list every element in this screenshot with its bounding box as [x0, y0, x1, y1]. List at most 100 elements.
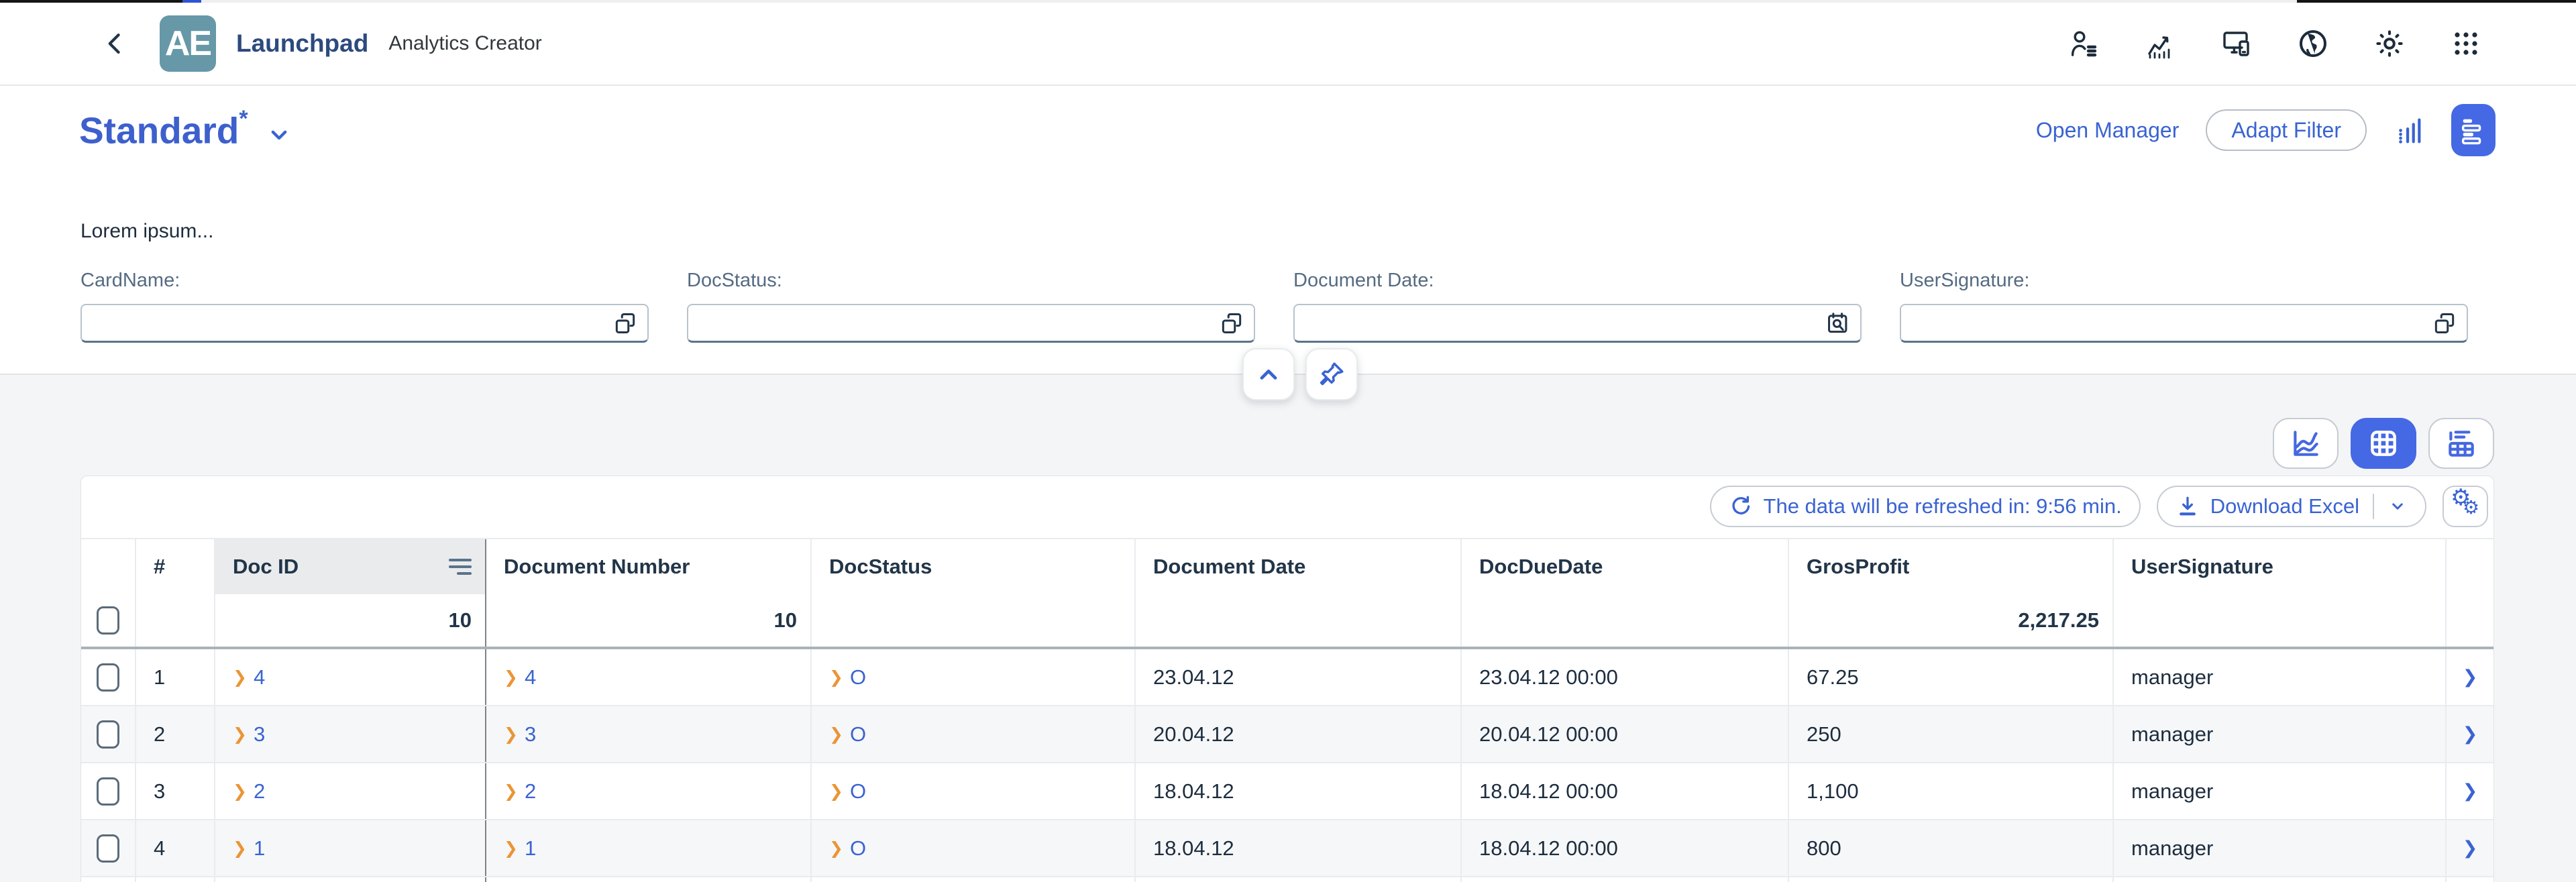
table-row-partial: [81, 877, 2493, 882]
column-header-docstatus[interactable]: DocStatus: [810, 539, 1134, 594]
column-header-doc-id[interactable]: Doc ID: [214, 539, 485, 594]
value-help-icon[interactable]: [2432, 311, 2457, 336]
row-checkbox[interactable]: [97, 720, 119, 749]
docstatus-cell: O: [810, 649, 1134, 705]
row-checkbox[interactable]: [97, 834, 119, 863]
adapt-filter-button[interactable]: Adapt Filter: [2206, 109, 2367, 151]
table-row[interactable]: 1 4 4 O 23.04.12 23.04.12 00:00 67.25 ma…: [81, 649, 2493, 706]
row-checkbox[interactable]: [97, 663, 119, 692]
devices-icon[interactable]: [2220, 27, 2253, 60]
globe-icon[interactable]: [2297, 27, 2329, 60]
app-logo[interactable]: AE: [160, 15, 216, 72]
document-number-link[interactable]: 4: [525, 665, 536, 690]
row-index: 1: [135, 649, 214, 705]
download-excel-label: Download Excel: [2210, 494, 2359, 518]
document-date-input[interactable]: [1307, 311, 1825, 335]
docstatus-link[interactable]: O: [850, 779, 866, 804]
value-help-icon[interactable]: [1219, 311, 1244, 336]
row-navigation-icon[interactable]: [2445, 820, 2493, 876]
mini-bar-chart-icon[interactable]: [2394, 115, 2424, 146]
row-index: 3: [135, 763, 214, 819]
date-picker-icon[interactable]: [1825, 311, 1851, 336]
column-header-index[interactable]: #: [135, 539, 214, 594]
collapse-filter-button[interactable]: [1242, 348, 1295, 400]
grosprofit-cell: 67.25: [1788, 649, 2112, 705]
chevron-down-icon[interactable]: [266, 121, 292, 148]
grid-view-button[interactable]: [2351, 418, 2416, 469]
document-date-cell: 18.04.12: [1134, 763, 1460, 819]
doc-id-cell: 3: [214, 706, 485, 762]
app-subtitle: Analytics Creator: [388, 32, 541, 55]
nav-arrow-icon: [233, 838, 247, 859]
doc-id-link[interactable]: 1: [254, 836, 265, 861]
grosprofit-total: 2,217.25: [1788, 594, 2112, 647]
document-number-cell: 1: [485, 820, 810, 876]
docstatus-input[interactable]: [700, 311, 1219, 335]
row-navigation-icon[interactable]: [2445, 706, 2493, 762]
column-header-usersignature[interactable]: UserSignature: [2112, 539, 2445, 594]
select-all-checkbox[interactable]: [97, 606, 119, 635]
docstatus-link[interactable]: O: [850, 836, 866, 861]
nav-arrow-icon: [829, 838, 843, 859]
row-navigation-icon[interactable]: [2445, 649, 2493, 705]
doc-id-link[interactable]: 4: [254, 665, 265, 690]
cardname-input[interactable]: [94, 311, 612, 335]
filter-field-cardname: CardName:: [80, 270, 649, 343]
document-number-cell: 4: [485, 649, 810, 705]
refresh-countdown-button[interactable]: The data will be refreshed in: 9:56 min.: [1710, 486, 2141, 527]
usersignature-input[interactable]: [1913, 311, 2432, 335]
settings-gears-icon: ⚙: [2463, 496, 2479, 518]
column-header-document-number[interactable]: Document Number: [485, 539, 810, 594]
trend-chart-icon[interactable]: [2144, 27, 2176, 60]
docduedate-cell: 18.04.12 00:00: [1460, 820, 1788, 876]
download-icon: [2176, 494, 2200, 518]
row-checkbox[interactable]: [97, 777, 119, 806]
download-excel-button[interactable]: Download Excel: [2157, 486, 2426, 527]
variant-title[interactable]: Standard*: [79, 111, 248, 149]
column-header-docduedate[interactable]: DocDueDate: [1460, 539, 1788, 594]
value-help-icon[interactable]: [612, 311, 638, 336]
doc-id-link[interactable]: 3: [254, 722, 265, 747]
filter-label: CardName:: [80, 270, 649, 292]
table-row[interactable]: 4 1 1 O 18.04.12 18.04.12 00:00 800 mana…: [81, 820, 2493, 877]
docstatus-link[interactable]: O: [850, 665, 866, 690]
document-number-link[interactable]: 3: [525, 722, 536, 747]
table-settings-button[interactable]: ⚙ ⚙: [2443, 486, 2488, 527]
chevron-down-icon[interactable]: [2387, 496, 2408, 516]
collapse-icon: [1254, 360, 1283, 389]
nav-arrow-icon: [829, 724, 843, 745]
back-icon[interactable]: [101, 29, 130, 58]
area-chart-view-button[interactable]: [2273, 418, 2339, 469]
docstatus-cell: O: [810, 820, 1134, 876]
doc-id-link[interactable]: 2: [254, 779, 265, 804]
usersignature-cell: manager: [2112, 706, 2445, 762]
column-header-document-date[interactable]: Document Date: [1134, 539, 1460, 594]
brightness-icon[interactable]: [2373, 27, 2406, 60]
app-grid-icon[interactable]: [2450, 27, 2482, 60]
column-header-grosprofit[interactable]: GrosProfit: [1788, 539, 2112, 594]
cardname-input-box: [80, 304, 649, 343]
shell-actions: [2068, 27, 2482, 60]
filter-list-button[interactable]: [2451, 104, 2496, 156]
table-row[interactable]: 3 2 2 O 18.04.12 18.04.12 00:00 1,100 ma…: [81, 763, 2493, 820]
docstatus-link[interactable]: O: [850, 722, 866, 747]
document-number-link[interactable]: 2: [525, 779, 536, 804]
nav-arrow-icon: [829, 781, 843, 802]
column-menu-icon[interactable]: [449, 559, 472, 575]
chart-table-view-button[interactable]: [2428, 418, 2494, 469]
docduedate-total: [1460, 594, 1788, 647]
table-row[interactable]: 2 3 3 O 20.04.12 20.04.12 00:00 250 mana…: [81, 706, 2493, 763]
filter-field-docstatus: DocStatus:: [687, 270, 1255, 343]
document-number-link[interactable]: 1: [525, 836, 536, 861]
row-index: 2: [135, 706, 214, 762]
usersignature-cell: manager: [2112, 763, 2445, 819]
row-navigation-icon[interactable]: [2445, 763, 2493, 819]
doc-id-cell: 1: [214, 820, 485, 876]
docduedate-cell: 20.04.12 00:00: [1460, 706, 1788, 762]
filter-field-document-date: Document Date:: [1293, 270, 1862, 343]
open-manager-link[interactable]: Open Manager: [2036, 118, 2179, 143]
filter-list-icon: [2458, 115, 2489, 146]
pin-filter-button[interactable]: [1305, 348, 1358, 400]
user-settings-icon[interactable]: [2068, 27, 2100, 60]
navigation-total: [2445, 594, 2493, 647]
